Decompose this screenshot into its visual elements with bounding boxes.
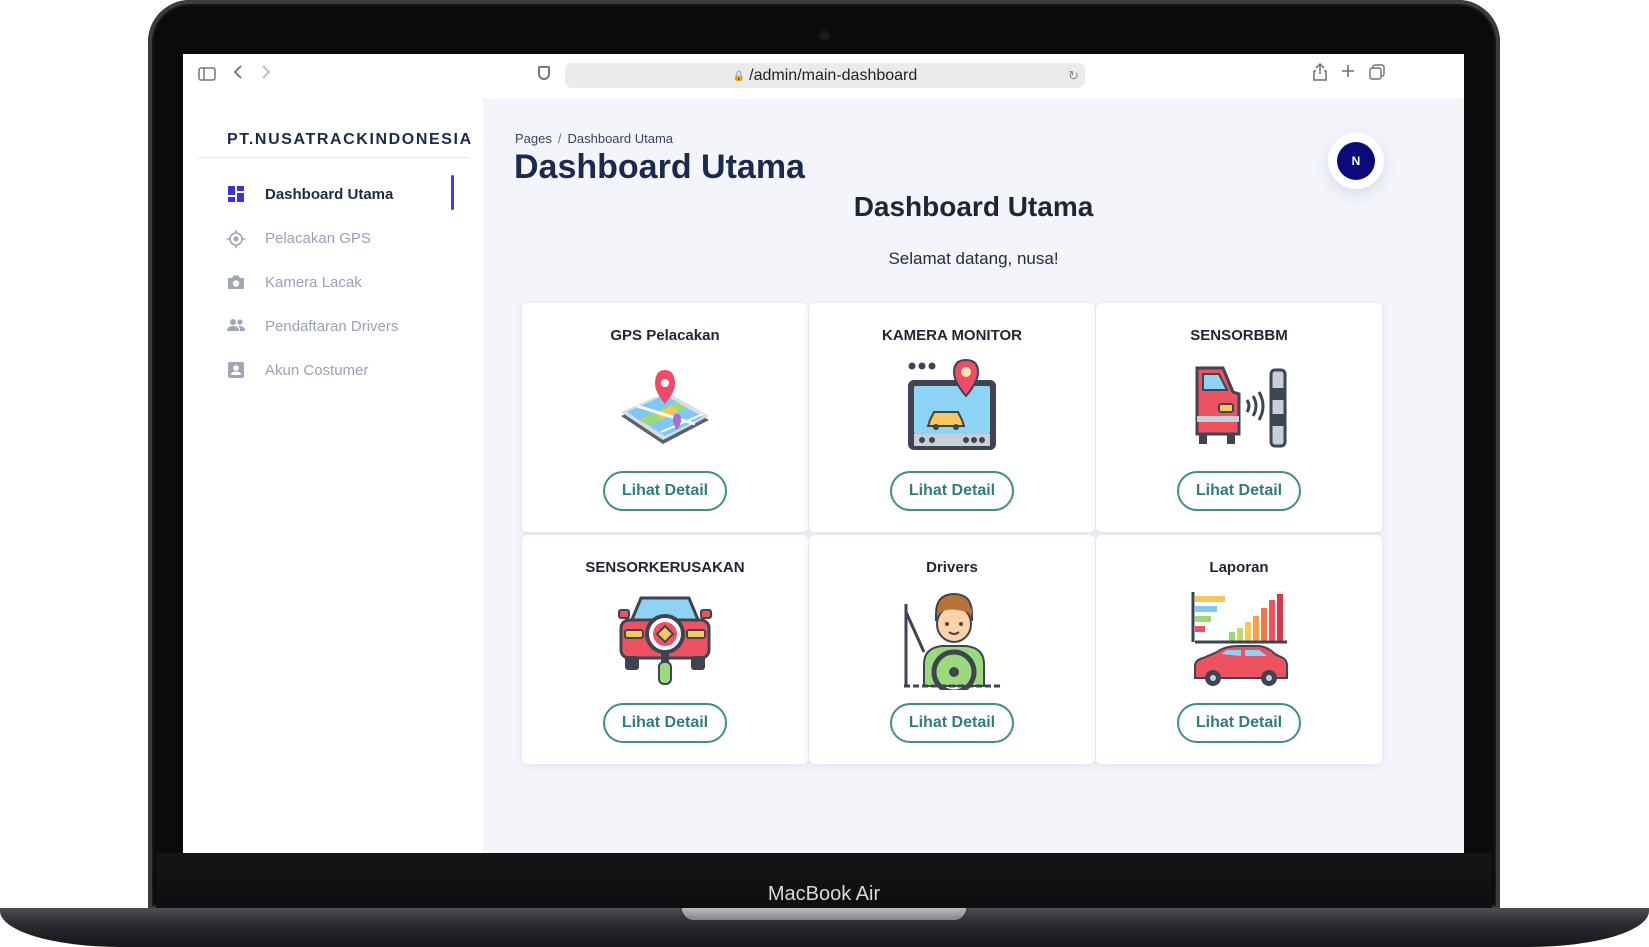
- report-chart-icon: [1189, 590, 1289, 690]
- card-sensorbbm: SENSORBBM Lihat Detail: [1096, 303, 1382, 532]
- sidebar-toggle-icon[interactable]: [198, 66, 216, 86]
- sidebar-item-label: Kamera Lacak: [265, 274, 362, 291]
- car-sensor-icon: [1189, 358, 1289, 458]
- card-title: SENSORBBM: [1190, 327, 1288, 344]
- sidebar-item-label: Akun Costumer: [265, 362, 369, 379]
- sidebar-item-kamera-lacak[interactable]: Kamera Lacak: [227, 263, 457, 303]
- screen: 🔒/admin/main-dashboard ↻ PT.NUSATRACKIND…: [183, 54, 1464, 853]
- back-icon[interactable]: [233, 64, 243, 85]
- card-drivers: Drivers Lihat Detail: [809, 535, 1095, 764]
- card-gps-pelacakan: GPS Pelacakan Lihat Detail: [522, 303, 808, 532]
- map-pin-icon: [615, 358, 715, 458]
- section-title: Dashboard Utama: [853, 191, 1094, 222]
- main-content: Pages / Dashboard Utama Dashboard Utama N …: [483, 98, 1464, 853]
- url-text: /admin/main-dashboard: [749, 67, 918, 84]
- card-title: Laporan: [1209, 559, 1269, 576]
- breadcrumb-separator: /: [557, 131, 562, 146]
- privacy-shield-icon[interactable]: [538, 66, 550, 80]
- lihat-detail-button[interactable]: Lihat Detail: [603, 471, 727, 511]
- breadcrumb-current: Dashboard Utama: [567, 131, 674, 146]
- lihat-detail-button[interactable]: Lihat Detail: [603, 703, 727, 743]
- sidebar-item-label: Pendaftaran Drivers: [265, 318, 399, 335]
- dashboard-icon: [227, 186, 245, 204]
- webcam: [820, 31, 829, 40]
- new-tab-icon[interactable]: [1341, 63, 1355, 83]
- card-title: Drivers: [926, 559, 978, 576]
- divider: [198, 157, 468, 158]
- lihat-detail-button[interactable]: Lihat Detail: [1177, 703, 1301, 743]
- sidebar-item-akun-costumer[interactable]: Akun Costumer: [227, 351, 457, 391]
- tabs-overview-icon[interactable]: [1369, 64, 1385, 85]
- device-label: MacBook Air: [767, 883, 881, 905]
- card-title: SENSORKERUSAKAN: [585, 559, 745, 576]
- driver-icon: [902, 590, 1002, 695]
- sidebar-item-pelacakan-gps[interactable]: Pelacakan GPS: [227, 219, 457, 259]
- gps-target-icon: [227, 230, 245, 248]
- address-bar[interactable]: 🔒/admin/main-dashboard ↻: [565, 63, 1085, 88]
- sidebar-item-label: Dashboard Utama: [265, 186, 394, 203]
- card-title: KAMERA MONITOR: [882, 327, 1022, 344]
- laptop-notch: [682, 908, 966, 920]
- lihat-detail-button[interactable]: Lihat Detail: [890, 471, 1014, 511]
- breadcrumb-root[interactable]: Pages: [515, 131, 552, 146]
- camera-icon: [227, 274, 245, 292]
- laptop-bezel: MacBook Air: [156, 853, 1492, 911]
- reload-icon[interactable]: ↻: [1068, 63, 1079, 88]
- lihat-detail-button[interactable]: Lihat Detail: [890, 703, 1014, 743]
- browser-toolbar: 🔒/admin/main-dashboard ↻: [183, 54, 1464, 98]
- avatar-initial: N: [1337, 142, 1375, 180]
- lihat-detail-button[interactable]: Lihat Detail: [1177, 471, 1301, 511]
- active-indicator: [451, 175, 454, 210]
- card-laporan: Laporan Lihat Detail: [1096, 535, 1382, 764]
- avatar[interactable]: N: [1328, 133, 1384, 189]
- card-title: GPS Pelacakan: [610, 327, 720, 344]
- account-icon: [227, 362, 245, 380]
- page-title: Dashboard Utama: [514, 148, 805, 186]
- sidebar-item-dashboard-utama[interactable]: Dashboard Utama: [227, 175, 457, 215]
- sidebar: PT.NUSATRACKINDONESIA Dashboard Utama Pe…: [183, 98, 483, 853]
- lock-icon: 🔒: [732, 71, 746, 82]
- card-kamera-monitor: KAMERA MONITOR Lihat Detail: [809, 303, 1095, 532]
- brand-name: PT.NUSATRACKINDONESIA: [227, 131, 473, 148]
- car-inspection-icon: [615, 590, 715, 690]
- users-icon: [227, 318, 245, 336]
- welcome-message: Selamat datang, nusa!: [888, 249, 1059, 268]
- sidebar-item-label: Pelacakan GPS: [265, 230, 371, 247]
- breadcrumb: Pages / Dashboard Utama: [515, 131, 673, 146]
- forward-icon[interactable]: [261, 64, 271, 85]
- monitor-camera-icon: [902, 358, 1002, 458]
- share-icon[interactable]: [1313, 62, 1327, 86]
- sidebar-item-pendaftaran-drivers[interactable]: Pendaftaran Drivers: [227, 307, 457, 347]
- card-sensorkerusakan: SENSORKERUSAKAN Lihat Detail: [522, 535, 808, 764]
